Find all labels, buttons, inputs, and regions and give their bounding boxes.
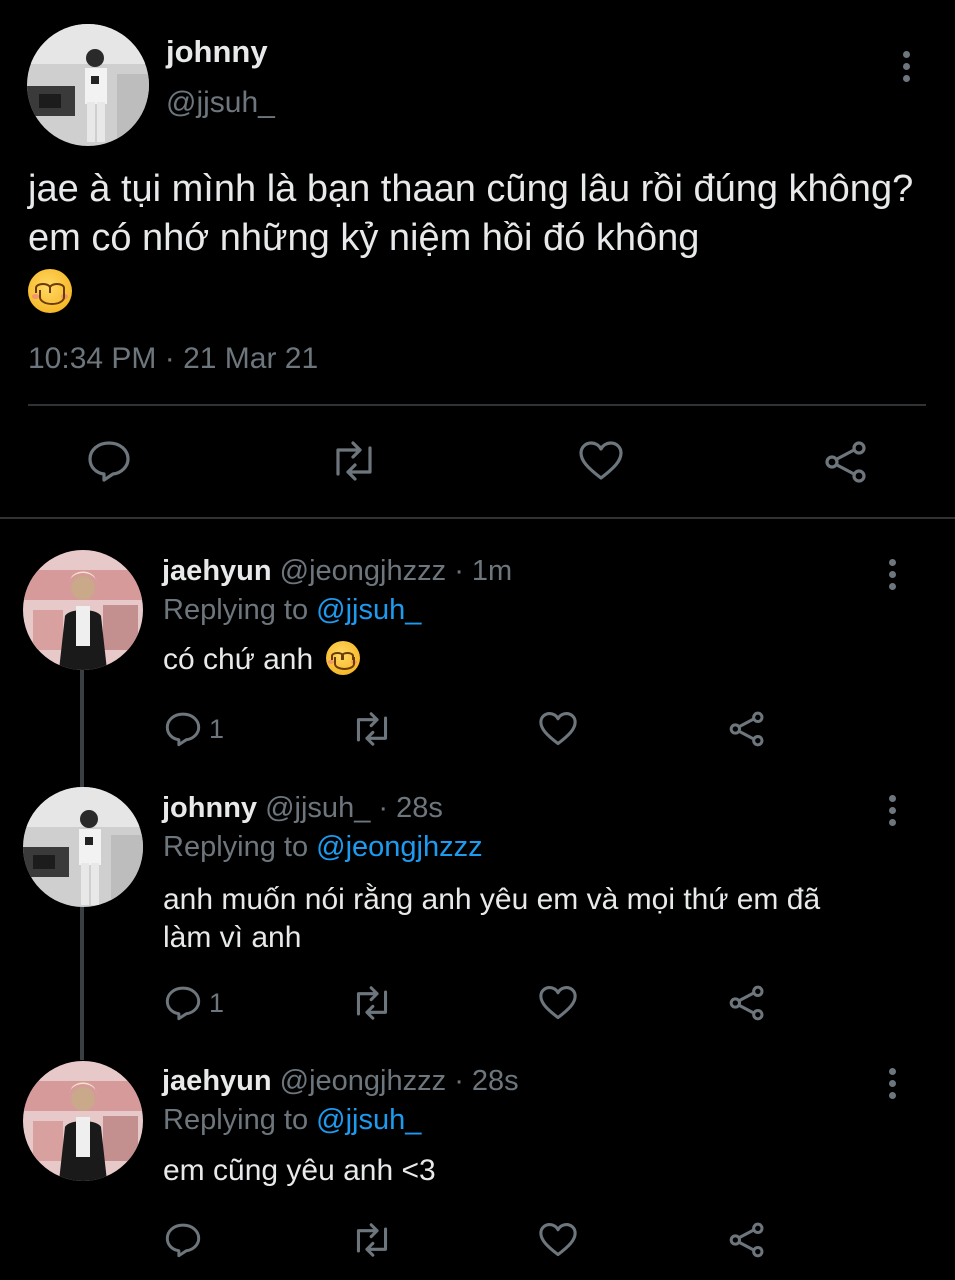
reply-time[interactable]: · 1m bbox=[454, 555, 512, 587]
more-options-icon[interactable] bbox=[886, 1068, 898, 1104]
divider bbox=[28, 404, 926, 406]
reply-header: jaehyun @jeongjhzzz · 28s bbox=[162, 1065, 519, 1098]
author-name[interactable]: jaehyun bbox=[162, 1065, 272, 1097]
reply-time[interactable]: · 28s bbox=[454, 1065, 518, 1097]
share-icon[interactable] bbox=[727, 984, 767, 1022]
reply-icon[interactable] bbox=[164, 711, 202, 747]
like-icon[interactable] bbox=[578, 440, 624, 482]
reply-text: có chứ anh bbox=[163, 643, 314, 676]
reply-text: em cũng yêu anh <3 bbox=[163, 1154, 436, 1187]
reply-body: anh muốn nói rằng anh yêu em và mọi thứ … bbox=[163, 881, 820, 957]
reply-icon[interactable] bbox=[86, 440, 132, 482]
retweet-icon[interactable] bbox=[350, 985, 394, 1021]
more-options-icon[interactable] bbox=[886, 795, 898, 831]
reply-text-line: làm vì anh bbox=[163, 921, 302, 954]
tweet-text: jae à tụi mình là bạn thaan cũng lâu rồi… bbox=[28, 168, 914, 259]
reply-count: 1 bbox=[209, 988, 225, 1018]
more-options-icon[interactable] bbox=[900, 51, 912, 87]
reply-icon[interactable] bbox=[164, 985, 202, 1021]
reply-body: có chứ anh bbox=[163, 641, 360, 677]
reply-count: 1 bbox=[209, 714, 225, 744]
author-handle[interactable]: @jeongjhzzz bbox=[280, 555, 446, 587]
smiling-face-emoji bbox=[28, 268, 72, 313]
avatar-johnny[interactable] bbox=[27, 24, 149, 146]
reply-header: johnny @jjsuh_ · 28s bbox=[162, 792, 443, 825]
replying-to-handle[interactable]: @jeongjhzzz bbox=[316, 831, 482, 863]
reply-body: em cũng yêu anh <3 bbox=[163, 1154, 436, 1188]
retweet-icon[interactable] bbox=[350, 1222, 394, 1258]
author-name[interactable]: johnny bbox=[166, 34, 268, 70]
share-icon[interactable] bbox=[822, 440, 870, 484]
author-name[interactable]: jaehyun bbox=[162, 555, 272, 587]
like-icon[interactable] bbox=[538, 1222, 578, 1258]
replying-label: Replying to bbox=[163, 831, 309, 863]
section-divider bbox=[0, 517, 955, 519]
reply-icon[interactable] bbox=[164, 1222, 202, 1258]
share-icon[interactable] bbox=[727, 710, 767, 748]
author-name[interactable]: johnny bbox=[162, 792, 257, 824]
replying-to-handle[interactable]: @jjsuh_ bbox=[316, 594, 421, 626]
author-handle[interactable]: @jjsuh_ bbox=[265, 792, 370, 824]
replying-to: Replying to @jjsuh_ bbox=[163, 1104, 421, 1137]
avatar-johnny[interactable] bbox=[23, 787, 143, 907]
tweet-text-block: jae à tụi mình là bạn thaan cũng lâu rồi… bbox=[28, 165, 928, 313]
author-handle[interactable]: @jeongjhzzz bbox=[280, 1065, 446, 1097]
author-handle[interactable]: @jjsuh_ bbox=[166, 86, 275, 120]
like-icon[interactable] bbox=[538, 711, 578, 747]
replying-label: Replying to bbox=[163, 1104, 309, 1136]
like-icon[interactable] bbox=[538, 985, 578, 1021]
avatar-jaehyun[interactable] bbox=[23, 550, 143, 670]
tweet-timestamp[interactable]: 10:34 PM · 21 Mar 21 bbox=[28, 342, 318, 376]
more-options-icon[interactable] bbox=[886, 559, 898, 595]
replying-to: Replying to @jeongjhzzz bbox=[163, 831, 483, 864]
retweet-icon[interactable] bbox=[328, 440, 380, 482]
retweet-icon[interactable] bbox=[350, 711, 394, 747]
reply-text-line: anh muốn nói rằng anh yêu em và mọi thứ … bbox=[163, 883, 821, 916]
reply-time[interactable]: · 28s bbox=[378, 792, 442, 824]
reply-header: jaehyun @jeongjhzzz · 1m bbox=[162, 555, 512, 588]
replying-to-handle[interactable]: @jjsuh_ bbox=[316, 1104, 421, 1136]
smiling-face-emoji bbox=[325, 641, 360, 676]
replying-to: Replying to @jjsuh_ bbox=[163, 594, 421, 627]
replying-label: Replying to bbox=[163, 594, 309, 626]
share-icon[interactable] bbox=[727, 1221, 767, 1259]
avatar-jaehyun[interactable] bbox=[23, 1061, 143, 1181]
